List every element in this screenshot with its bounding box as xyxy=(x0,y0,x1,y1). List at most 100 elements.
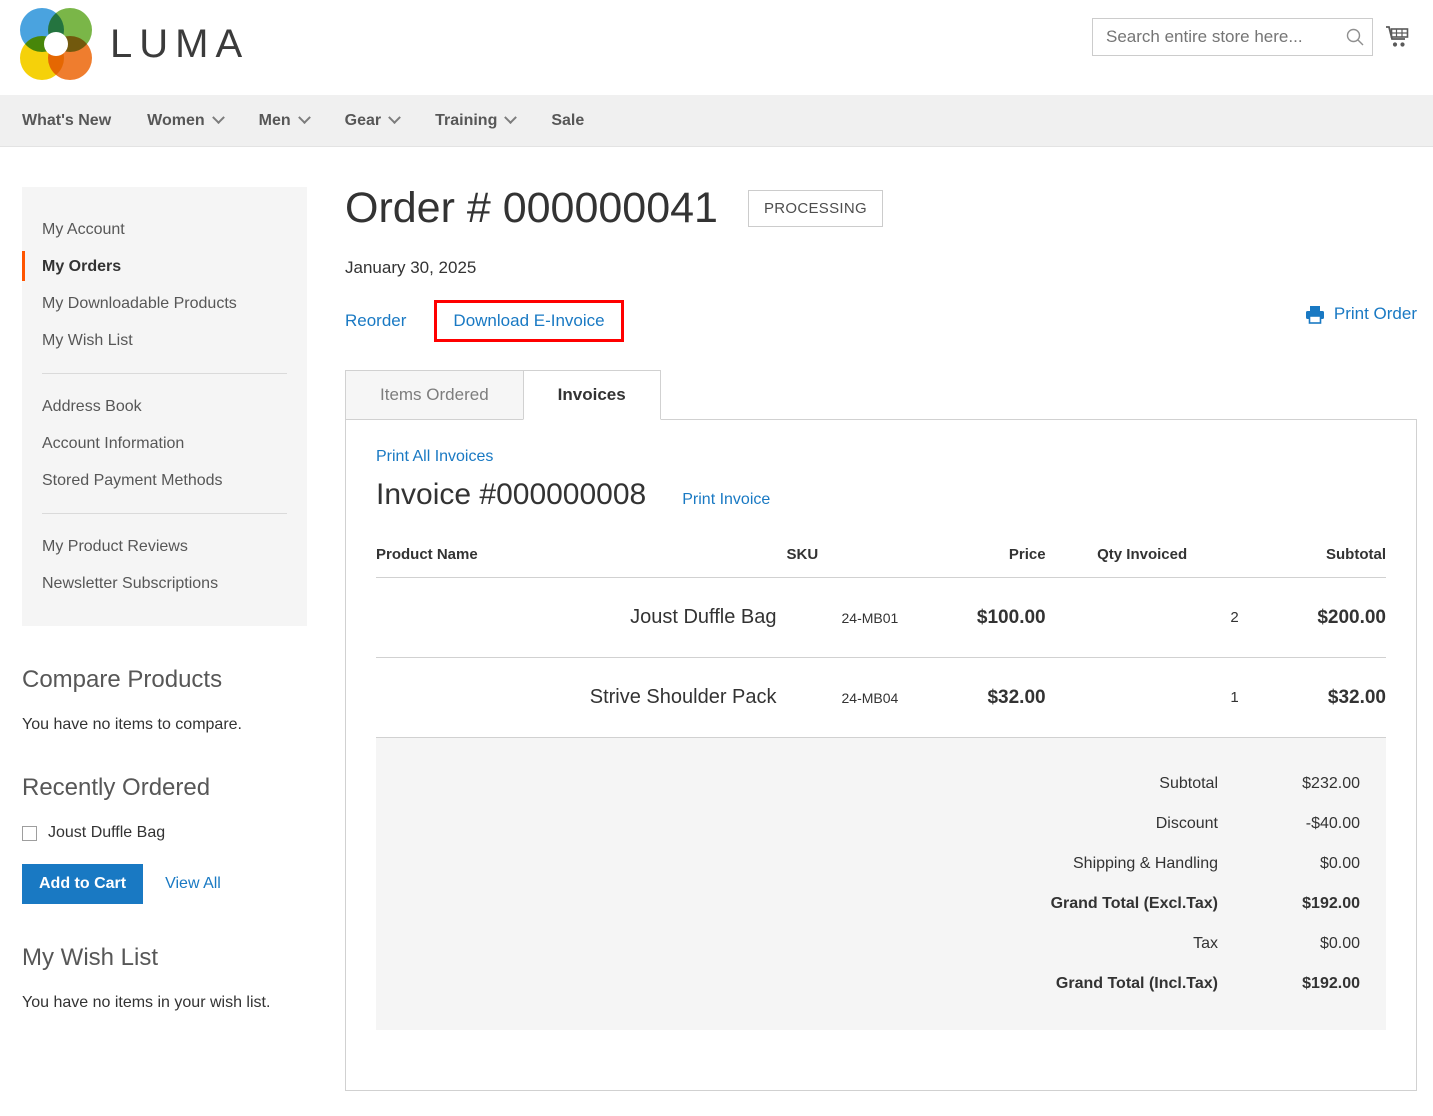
sidebar-item-stored-payment-methods[interactable]: Stored Payment Methods xyxy=(22,462,307,499)
divider xyxy=(42,513,287,514)
download-einvoice-link[interactable]: Download E-Invoice xyxy=(453,311,604,331)
cell-price: $32.00 xyxy=(898,657,1046,738)
sidebar-item-my-account[interactable]: My Account xyxy=(22,211,307,248)
cell-subtotal: $32.00 xyxy=(1238,657,1386,738)
print-order-link[interactable]: Print Order xyxy=(1305,304,1417,324)
list-item[interactable]: Joust Duffle Bag xyxy=(22,824,325,842)
order-date: January 30, 2025 xyxy=(345,258,477,277)
totals-value: $192.00 xyxy=(1302,895,1360,912)
tab-items-ordered[interactable]: Items Ordered xyxy=(345,370,524,420)
invoices-panel: Print All Invoices Invoice #000000008 Pr… xyxy=(345,419,1417,1091)
nav-item-label: Men xyxy=(258,111,291,129)
divider xyxy=(42,373,287,374)
sidebar-item-label: Account Information xyxy=(42,435,185,452)
wish-list-empty-text: You have no items in your wish list. xyxy=(22,994,271,1011)
sidebar-item-label: My Wish List xyxy=(42,332,133,349)
column-header-subtotal: Subtotal xyxy=(1238,534,1386,578)
nav-item-label: What's New xyxy=(22,111,112,129)
totals-label: Grand Total (Excl.Tax) xyxy=(1050,895,1218,912)
column-header-sku: SKU xyxy=(776,534,899,578)
sidebar-item-my-product-reviews[interactable]: My Product Reviews xyxy=(22,528,307,565)
cell-qty: 1 xyxy=(1045,657,1239,738)
search-box[interactable] xyxy=(1092,18,1373,56)
print-all-invoices-link[interactable]: Print All Invoices xyxy=(376,448,493,465)
wish-list-block: My Wish List You have no items in your w… xyxy=(22,944,345,1012)
brand-logo[interactable]: LUMA xyxy=(20,8,249,80)
printer-icon xyxy=(1305,305,1325,324)
nav-item-label: Gear xyxy=(344,111,382,129)
cell-product-name: Joust Duffle Bag xyxy=(376,577,777,658)
totals-value: -$40.00 xyxy=(1305,815,1360,832)
invoice-items-table: Product Name SKU Price Qty Invoiced Subt… xyxy=(376,534,1386,738)
recently-ordered-checkbox[interactable] xyxy=(22,825,37,841)
main-navigation: What's New Women Men Gear Training Sale xyxy=(0,95,1433,147)
page-body: My Account My Orders My Downloadable Pro… xyxy=(0,147,1433,1091)
reorder-link[interactable]: Reorder xyxy=(345,311,406,331)
column-header-product-name: Product Name xyxy=(376,534,777,578)
totals-value: $0.00 xyxy=(1319,935,1360,952)
totals-label: Tax xyxy=(1193,935,1218,952)
order-header: Order # 000000041 PROCESSING xyxy=(345,187,1417,230)
chevron-down-icon xyxy=(297,111,311,125)
search-icon[interactable] xyxy=(1337,19,1372,55)
print-order-label: Print Order xyxy=(1333,304,1417,323)
nav-item-sale[interactable]: Sale xyxy=(551,112,584,130)
order-tabs: Items Ordered Invoices xyxy=(345,370,1417,420)
chevron-down-icon xyxy=(388,111,401,125)
totals-row-shipping: Shipping & Handling $0.00 xyxy=(402,844,1360,884)
sidebar-item-my-wish-list[interactable]: My Wish List xyxy=(22,322,307,359)
view-all-link[interactable]: View All xyxy=(165,875,221,893)
main-content: Order # 000000041 PROCESSING January 30,… xyxy=(345,187,1433,1091)
add-to-cart-button[interactable]: Add to Cart xyxy=(22,864,144,904)
sidebar-item-newsletter-subscriptions[interactable]: Newsletter Subscriptions xyxy=(22,565,307,602)
totals-value: $232.00 xyxy=(1302,775,1360,792)
column-header-price: Price xyxy=(898,534,1046,578)
nav-item-training[interactable]: Training xyxy=(435,111,518,130)
sidebar-item-account-information[interactable]: Account Information xyxy=(22,425,307,462)
nav-item-women[interactable]: Women xyxy=(147,111,225,130)
status-badge: PROCESSING xyxy=(747,190,883,227)
column-header-qty-invoiced: Qty Invoiced xyxy=(1045,534,1239,578)
sidebar-item-address-book[interactable]: Address Book xyxy=(22,388,307,425)
cell-price: $100.00 xyxy=(898,577,1046,658)
sidebar-item-label: My Account xyxy=(42,221,125,238)
sidebar-item-label: Newsletter Subscriptions xyxy=(42,575,219,592)
totals-label: Shipping & Handling xyxy=(1073,855,1218,872)
brand-name: LUMA xyxy=(110,21,250,66)
sidebar-item-my-orders[interactable]: My Orders xyxy=(22,248,307,285)
nav-item-gear[interactable]: Gear xyxy=(344,111,401,130)
compare-products-block: Compare Products You have no items to co… xyxy=(22,666,345,734)
totals-label: Subtotal xyxy=(1159,775,1218,792)
luma-logo-icon xyxy=(20,8,92,80)
invoice-totals: Subtotal $232.00 Discount -$40.00 Shippi… xyxy=(376,738,1386,1030)
totals-value: $0.00 xyxy=(1319,855,1360,872)
invoice-number: Invoice #000000008 xyxy=(376,478,647,511)
compare-products-title: Compare Products xyxy=(22,666,223,693)
nav-item-men[interactable]: Men xyxy=(258,111,311,130)
totals-label: Grand Total (Incl.Tax) xyxy=(1055,975,1218,992)
nav-item-label: Sale xyxy=(551,111,585,129)
table-header-row: Product Name SKU Price Qty Invoiced Subt… xyxy=(376,534,1386,578)
print-invoice-link[interactable]: Print Invoice xyxy=(682,491,770,509)
nav-item-whats-new[interactable]: What's New xyxy=(22,112,111,130)
tab-invoices[interactable]: Invoices xyxy=(522,370,661,420)
cell-product-name: Strive Shoulder Pack xyxy=(376,657,777,738)
sidebar: My Account My Orders My Downloadable Pro… xyxy=(0,187,345,1091)
table-row: Strive Shoulder Pack 24-MB04 $32.00 1 $3… xyxy=(376,657,1386,738)
search-input[interactable] xyxy=(1093,27,1337,47)
totals-table: Subtotal $232.00 Discount -$40.00 Shippi… xyxy=(402,764,1360,1004)
totals-label: Discount xyxy=(1155,815,1218,832)
recently-ordered-actions: Add to Cart View All xyxy=(22,864,325,904)
sidebar-item-label: My Orders xyxy=(42,258,122,275)
account-navigation: My Account My Orders My Downloadable Pro… xyxy=(22,187,307,626)
nav-item-label: Training xyxy=(435,111,498,129)
cell-sku: 24-MB04 xyxy=(776,657,899,738)
cell-sku: 24-MB01 xyxy=(776,577,899,658)
chevron-down-icon xyxy=(211,111,225,125)
site-header: LUMA xyxy=(0,0,1433,95)
tab-label: Invoices xyxy=(557,385,626,404)
sidebar-item-my-downloadable-products[interactable]: My Downloadable Products xyxy=(22,285,307,322)
totals-row-subtotal: Subtotal $232.00 xyxy=(402,764,1360,804)
shopping-cart-icon[interactable] xyxy=(1381,20,1415,54)
wish-list-title: My Wish List xyxy=(22,944,159,971)
